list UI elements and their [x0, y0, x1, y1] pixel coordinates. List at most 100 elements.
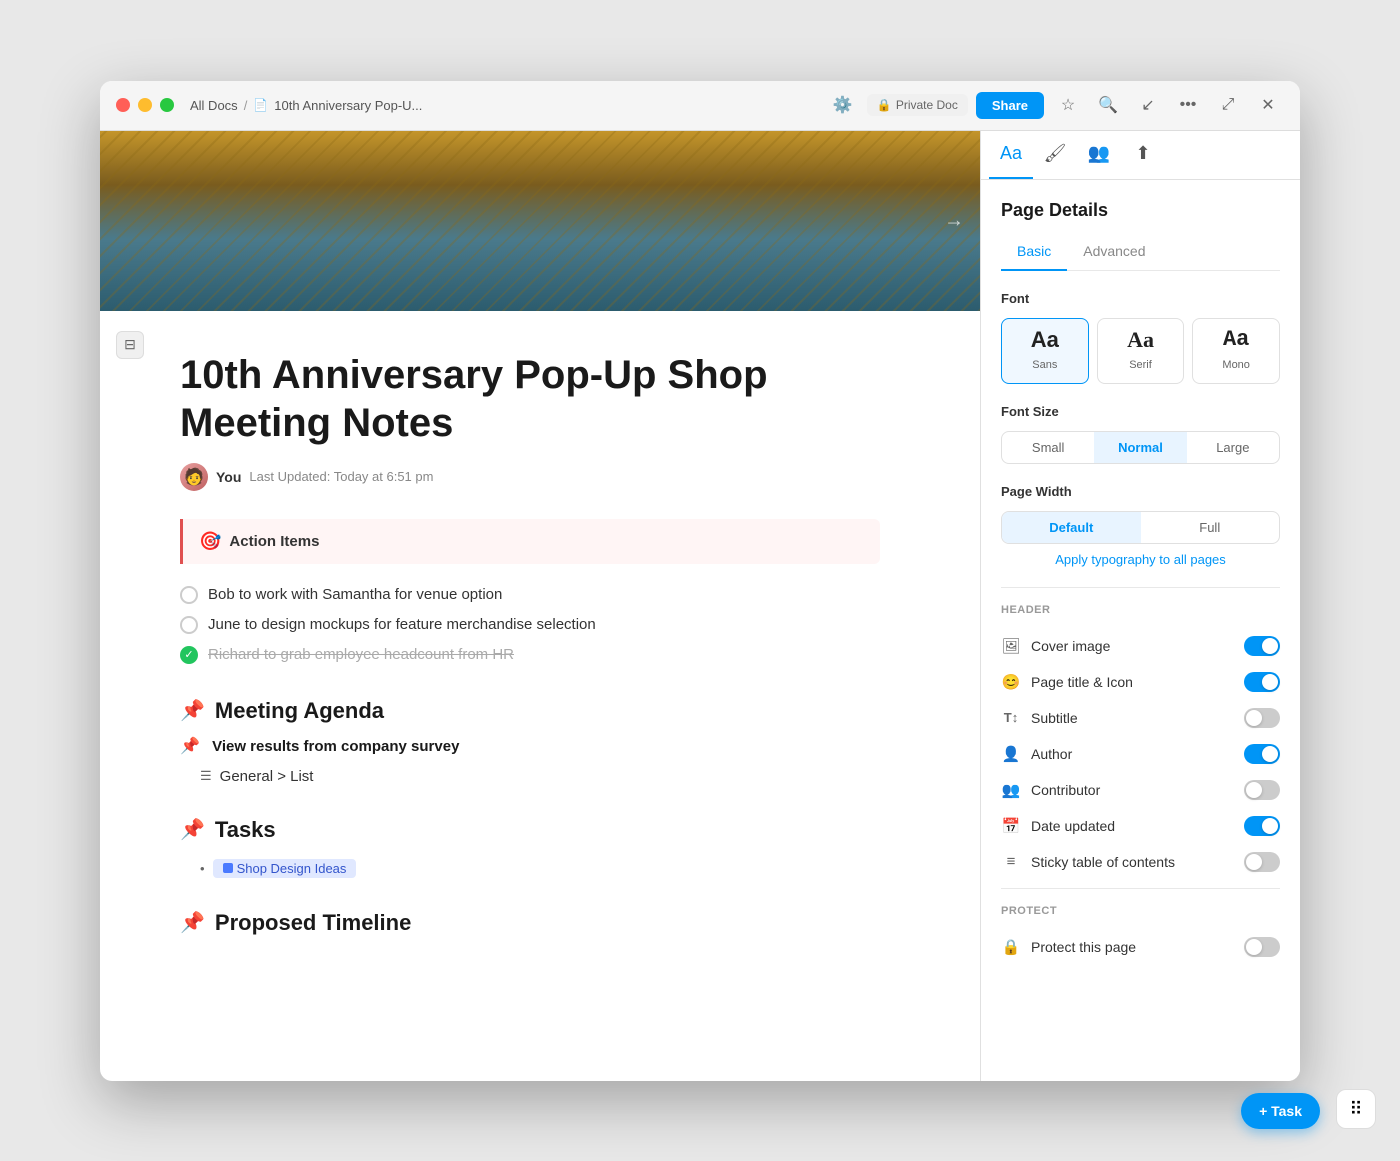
author-label: You	[216, 469, 241, 485]
paint-tool-button[interactable]: 🖌	[1033, 131, 1077, 179]
todo-checkbox-unchecked[interactable]	[180, 586, 198, 604]
toggle-row-subtitle: T↕ Subtitle	[1001, 700, 1280, 736]
contributor-icon: 👥	[1001, 780, 1021, 800]
pin-icon-2: 📌	[180, 738, 200, 755]
doc-meta: 🧑 You Last Updated: Today at 6:51 pm	[180, 463, 880, 491]
toggle-row-page-title: 😊 Page title & Icon	[1001, 664, 1280, 700]
panel-tabs: Basic Advanced	[1001, 237, 1280, 271]
todo-checkbox-unchecked[interactable]	[180, 616, 198, 634]
export-tool-button[interactable]: ⬆	[1121, 131, 1165, 179]
pin-icon-4: 📌	[180, 910, 205, 935]
toggle-row-date-updated: 📅 Date updated	[1001, 808, 1280, 844]
action-items-icon: 🎯	[199, 531, 221, 552]
date-updated-label: Date updated	[1031, 818, 1115, 834]
lock-badge: 🔒 Private Doc	[867, 94, 968, 116]
todo-text-done: Richard to grab employee headcount from …	[208, 646, 514, 663]
star-icon-button[interactable]: ☆	[1052, 89, 1084, 121]
tag-chip[interactable]: Shop Design Ideas	[213, 859, 357, 878]
page-title-icon: 😊	[1001, 672, 1021, 692]
contributor-label: Contributor	[1031, 782, 1100, 798]
close-window-button[interactable]: ✕	[1252, 89, 1284, 121]
avatar: 🧑	[180, 463, 208, 491]
author-toggle-label: Author	[1031, 746, 1072, 762]
right-panel: Aa 🖌 👥 ⬆ Page Details Basic Advanced Fon…	[980, 131, 1300, 1081]
arrow-icon-button[interactable]: ↙	[1132, 89, 1164, 121]
toggle-cover-image[interactable]	[1244, 636, 1280, 656]
tag-color-dot	[223, 863, 233, 873]
format-tool-button[interactable]: Aa	[989, 131, 1033, 179]
toggle-sticky-toc[interactable]	[1244, 852, 1280, 872]
font-size-options: Small Normal Large	[1001, 431, 1280, 464]
font-option-sans[interactable]: Aa Sans	[1001, 318, 1089, 384]
sticky-toc-label: Sticky table of contents	[1031, 854, 1175, 870]
date-updated-icon: 📅	[1001, 816, 1021, 836]
list-item: ✓ Richard to grab employee headcount fro…	[180, 640, 880, 670]
doc-area[interactable]: → ⊟ 10th Anniversary Pop-Up Shop Meeting…	[100, 131, 980, 1081]
protect-section-label: PROTECT	[1001, 905, 1280, 917]
toggle-subtitle[interactable]	[1244, 708, 1280, 728]
cover-image-icon: 🖼	[1001, 636, 1021, 656]
action-items-label: Action Items	[229, 533, 319, 550]
last-updated-label: Last Updated: Today at 6:51 pm	[249, 469, 433, 484]
more-icon-button[interactable]: •••	[1172, 89, 1204, 121]
size-small[interactable]: Small	[1002, 432, 1094, 463]
pin-icon-3: 📌	[180, 817, 205, 842]
breadcrumb-doc-title[interactable]: 10th Anniversary Pop-U...	[274, 98, 422, 113]
breadcrumb-all-docs[interactable]: All Docs	[190, 98, 238, 113]
toggle-page-title[interactable]	[1244, 672, 1280, 692]
titlebar-actions: ⚙️ 🔒 Private Doc Share ☆ 🔍 ↙ ••• ⤢ ✕	[827, 89, 1284, 121]
search-icon-button[interactable]: 🔍	[1092, 89, 1124, 121]
traffic-lights	[116, 98, 174, 112]
breadcrumb-separator: /	[244, 98, 248, 113]
toggle-date-updated[interactable]	[1244, 816, 1280, 836]
list-icon: ☰	[200, 768, 212, 784]
section-heading-meeting-agenda: 📌 Meeting Agenda	[180, 698, 880, 724]
bullet-text: General > List	[220, 768, 314, 785]
cover-arrow-icon: →	[944, 209, 964, 232]
maximize-button[interactable]	[160, 98, 174, 112]
font-options: Aa Sans Aa Serif Aa Mono	[1001, 318, 1280, 384]
subtitle-icon: T↕	[1001, 708, 1021, 728]
app-window: All Docs / 📄 10th Anniversary Pop-U... ⚙…	[100, 81, 1300, 1081]
list-item: June to design mockups for feature merch…	[180, 610, 880, 640]
width-default[interactable]: Default	[1002, 512, 1141, 543]
bullet-list-tasks: • Shop Design Ideas	[180, 855, 880, 882]
panel-content: Page Details Basic Advanced Font Aa Sans…	[981, 180, 1300, 1081]
action-items-block: 🎯 Action Items	[180, 519, 880, 564]
section-heading-timeline: 📌 Proposed Timeline	[180, 910, 880, 936]
header-section-label: HEADER	[1001, 604, 1280, 616]
subtitle-label: Subtitle	[1031, 710, 1078, 726]
minimize-button[interactable]	[138, 98, 152, 112]
toggle-contributor[interactable]	[1244, 780, 1280, 800]
apply-typography-link[interactable]: Apply typography to all pages	[1001, 552, 1280, 567]
todo-checkbox-checked[interactable]: ✓	[180, 646, 198, 664]
share-button[interactable]: Share	[976, 92, 1044, 119]
breadcrumb: All Docs / 📄 10th Anniversary Pop-U...	[190, 98, 827, 113]
width-full[interactable]: Full	[1141, 512, 1280, 543]
toggle-row-author: 👤 Author	[1001, 736, 1280, 772]
bullet-list-agenda: ☰ General > List	[180, 764, 880, 789]
toggle-protect[interactable]	[1244, 937, 1280, 957]
users-tool-button[interactable]: 👥	[1077, 131, 1121, 179]
toggle-author[interactable]	[1244, 744, 1280, 764]
font-name-serif: Serif	[1129, 359, 1152, 371]
toggle-row-sticky-toc: ≡ Sticky table of contents	[1001, 844, 1280, 880]
font-option-serif[interactable]: Aa Serif	[1097, 318, 1185, 384]
tab-advanced[interactable]: Advanced	[1067, 237, 1161, 271]
settings-icon-button[interactable]: ⚙️	[827, 89, 859, 121]
size-normal[interactable]: Normal	[1094, 432, 1186, 463]
expand-icon-button[interactable]: ⤢	[1212, 89, 1244, 121]
font-option-mono[interactable]: Aa Mono	[1192, 318, 1280, 384]
cover-image: →	[100, 131, 980, 311]
todo-text: June to design mockups for feature merch…	[208, 616, 596, 633]
main-layout: → ⊟ 10th Anniversary Pop-Up Shop Meeting…	[100, 131, 1300, 1081]
task-fab-button[interactable]: + Task	[1241, 1093, 1320, 1129]
bullet-dot: •	[200, 861, 205, 876]
sidebar-toggle-button[interactable]: ⊟	[116, 331, 144, 359]
apps-grid-button[interactable]: ⠿	[1336, 1089, 1376, 1129]
tab-basic[interactable]: Basic	[1001, 237, 1067, 271]
size-large[interactable]: Large	[1187, 432, 1279, 463]
close-button[interactable]	[116, 98, 130, 112]
pin-icon: 📌	[180, 698, 205, 723]
font-aa-serif: Aa	[1106, 329, 1176, 351]
